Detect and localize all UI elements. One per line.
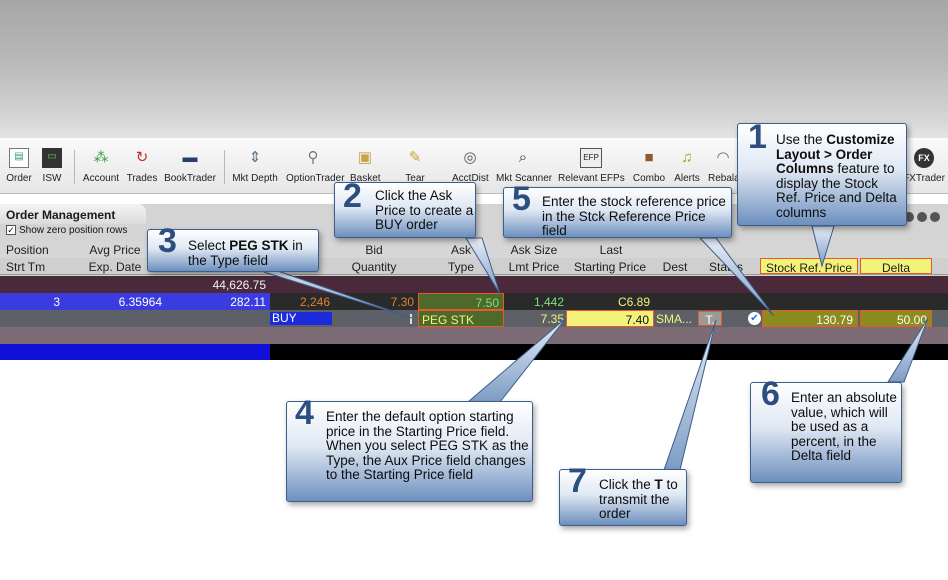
callout-5-pointer: [698, 237, 775, 317]
callout-7-pointer: [663, 319, 717, 471]
callout-6: 6 Enter an absolute value, which will be…: [750, 378, 902, 483]
callout-3: 3 Select PEG STK in the Type field: [147, 225, 319, 272]
callout-1-pointer: [811, 225, 835, 268]
callout-6-pointer: [887, 317, 929, 383]
callout-2: 2 Click the Ask Price to create a BUY or…: [334, 180, 476, 238]
callout-5: 5 Enter the stock reference price in the…: [503, 183, 732, 238]
screenshot-stage: { "toolbar": { "items": [ {"label": "Ord…: [0, 0, 948, 580]
callout-4-pointer: [466, 317, 567, 403]
callout-1: 1 Use the Customize Layout > Order Colum…: [737, 121, 907, 226]
callout-4: 4 Enter the default option starting pric…: [286, 397, 533, 502]
callout-7: 7 Click the T to transmit the order: [559, 465, 687, 526]
callout-2-pointer: [465, 237, 501, 295]
